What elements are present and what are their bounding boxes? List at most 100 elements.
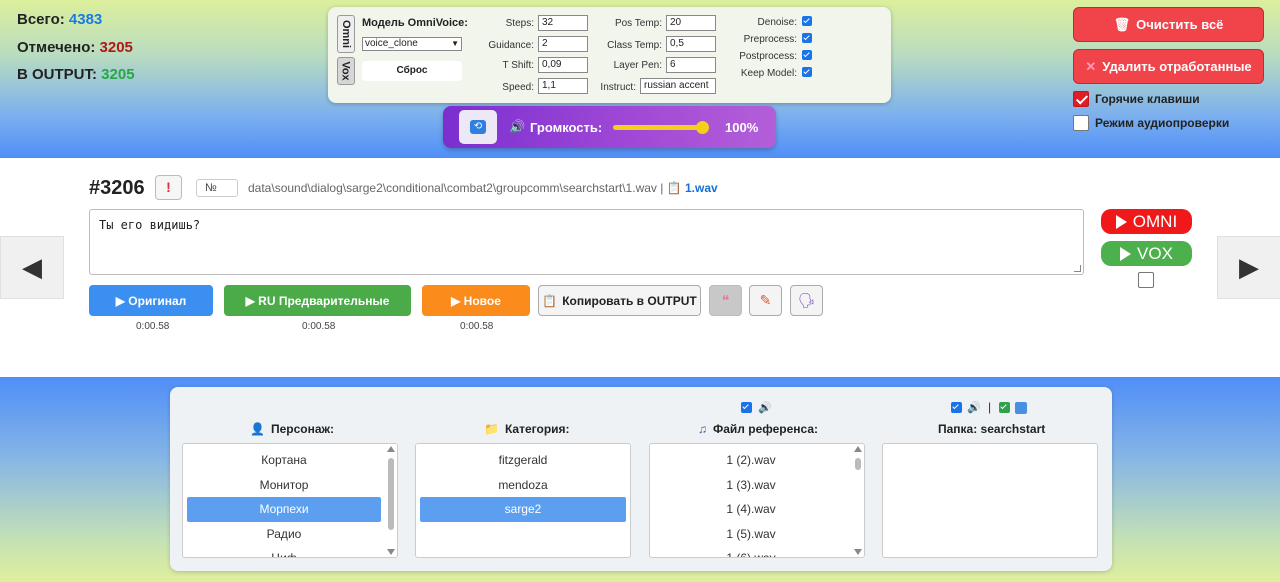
list-item[interactable]: Кортана: [187, 448, 381, 473]
quote-button[interactable]: ❝: [709, 285, 742, 316]
mode-vox-button[interactable]: Vox: [337, 57, 355, 85]
keepmodel-label: Keep Model:: [740, 68, 797, 79]
steps-input[interactable]: 32: [538, 15, 588, 31]
reference-header: ♫ Файл референса:: [698, 422, 818, 436]
library-panel: 🔊 🔊 | 👤 Персонаж: 📁 Категория: ♫ Файл ре…: [170, 387, 1112, 571]
hotkeys-checkbox[interactable]: [1073, 91, 1089, 107]
list-item[interactable]: fitzgerald: [420, 448, 626, 473]
scrollbar[interactable]: [387, 446, 395, 555]
list-item[interactable]: 1 (3).wav: [654, 473, 848, 498]
scroll-up-icon[interactable]: [387, 446, 395, 452]
separator: |: [988, 400, 992, 414]
entry-number: #3206: [89, 177, 145, 199]
trash-icon: 🗑: [1113, 16, 1131, 32]
file-path: data\sound\dialog\sarge2\conditional\com…: [248, 181, 718, 195]
prev-button[interactable]: ◀: [0, 236, 64, 299]
list-item[interactable]: 1 (6).wav: [654, 546, 848, 557]
audio-check-option[interactable]: Режим аудиопроверки: [1073, 115, 1229, 131]
engine-checkbox[interactable]: [1138, 272, 1154, 288]
layerpen-label: Layer Pen:: [613, 60, 662, 71]
close-icon: ✕: [1085, 58, 1097, 74]
guidance-input[interactable]: 2: [538, 36, 588, 52]
classtemp-input[interactable]: 0,5: [666, 36, 716, 52]
pencil-icon: ✎: [759, 292, 772, 308]
list-item[interactable]: mendoza: [420, 473, 626, 498]
scroll-thumb[interactable]: [388, 458, 394, 530]
folder-checkbox[interactable]: [951, 402, 962, 413]
volume-slider-thumb[interactable]: [696, 121, 709, 134]
scroll-down-icon[interactable]: [387, 549, 395, 555]
instruct-input[interactable]: russian accent: [640, 78, 716, 94]
file-link[interactable]: 1.wav: [685, 181, 718, 195]
list-item-selected[interactable]: Морпехи: [187, 497, 381, 522]
mode-vox-label: Vox: [340, 61, 353, 81]
stat-total: Всего: 4383: [17, 10, 135, 38]
list-item[interactable]: Циф: [187, 546, 381, 557]
voice-button[interactable]: 🗣: [790, 285, 823, 316]
keepmodel-checkbox[interactable]: [802, 67, 812, 77]
model-select[interactable]: voice_clone ▼: [362, 37, 462, 51]
audio-check-checkbox[interactable]: [1073, 115, 1089, 131]
scrollbar[interactable]: [854, 446, 862, 555]
delete-processed-button[interactable]: ✕ Удалить отработанные: [1073, 49, 1264, 84]
number-input[interactable]: №: [196, 179, 238, 197]
scroll-down-icon[interactable]: [854, 549, 862, 555]
speaker-icon[interactable]: 🔊: [967, 401, 981, 414]
copy-output-button[interactable]: 📋 Копировать в OUTPUT: [538, 285, 701, 316]
reference-list[interactable]: 1 (2).wav 1 (3).wav 1 (4).wav 1 (5).wav …: [649, 443, 865, 558]
list-item[interactable]: 1 (4).wav: [654, 497, 848, 522]
preprocess-checkbox[interactable]: [802, 33, 812, 43]
guidance-label: Guidance:: [488, 40, 534, 51]
green-checkbox[interactable]: [999, 402, 1010, 413]
clear-all-button[interactable]: 🗑 Очистить всё: [1073, 7, 1264, 42]
edit-button[interactable]: ✎: [749, 285, 782, 316]
duration-new: 0:00.58: [460, 321, 494, 332]
clipboard-icon[interactable]: 📋: [667, 181, 682, 195]
folder-list[interactable]: [882, 443, 1098, 558]
play-icon: [1115, 214, 1127, 229]
postemp-label: Pos Temp:: [614, 18, 662, 29]
top-toolbar: Всего: 4383 Отмечено: 3205 В OUTPUT: 320…: [0, 0, 1280, 158]
mode-omni-button[interactable]: Omni: [337, 15, 355, 53]
postprocess-label: Postprocess:: [739, 51, 797, 62]
character-header: 👤 Персонаж:: [250, 422, 334, 436]
library-band: 🔊 🔊 | 👤 Персонаж: 📁 Категория: ♫ Файл ре…: [0, 377, 1280, 582]
play-ru-preview-button[interactable]: ▶ RU Предварительные: [224, 285, 411, 316]
grid-icon[interactable]: [1015, 402, 1027, 414]
scroll-up-icon[interactable]: [854, 446, 862, 452]
mode-omni-label: Omni: [340, 19, 352, 49]
speaker-icon[interactable]: 🔊: [758, 401, 772, 414]
reset-button[interactable]: Сброс: [362, 61, 462, 81]
next-button[interactable]: ▶: [1217, 236, 1280, 299]
resize-grip-icon[interactable]: [1074, 265, 1081, 272]
list-item[interactable]: 1 (5).wav: [654, 522, 848, 547]
category-list[interactable]: fitzgerald mendoza sarge2: [415, 443, 631, 558]
stat-marked: Отмечено: 3205: [17, 38, 135, 66]
tshift-input[interactable]: 0,09: [538, 57, 588, 73]
list-item[interactable]: Монитор: [187, 473, 381, 498]
translation-textarea[interactable]: Ты его видишь?: [89, 209, 1084, 275]
flag-button[interactable]: !: [155, 175, 182, 200]
speed-input[interactable]: 1,1: [538, 78, 588, 94]
reference-checkbox[interactable]: [741, 402, 752, 413]
vox-generate-button[interactable]: VOX: [1101, 241, 1192, 266]
character-list[interactable]: Кортана Монитор Морпехи Радио Циф: [182, 443, 398, 558]
hotkeys-option[interactable]: Горячие клавиши: [1073, 91, 1200, 107]
play-new-button[interactable]: ▶ Новое: [422, 285, 530, 316]
denoise-label: Denoise:: [757, 17, 797, 28]
postprocess-checkbox[interactable]: [802, 50, 812, 60]
layerpen-input[interactable]: 6: [666, 57, 716, 73]
loop-button[interactable]: ⟲: [459, 110, 497, 144]
omni-generate-button[interactable]: OMNI: [1101, 209, 1192, 234]
vox-label: VOX: [1137, 243, 1173, 263]
play-original-button[interactable]: ▶ Оригинал: [89, 285, 213, 316]
scroll-thumb[interactable]: [855, 458, 861, 470]
denoise-checkbox[interactable]: [802, 16, 812, 26]
list-item[interactable]: 1 (2).wav: [654, 448, 848, 473]
list-item-selected[interactable]: sarge2: [420, 497, 626, 522]
list-item[interactable]: Радио: [187, 522, 381, 547]
preprocess-label: Preprocess:: [743, 34, 797, 45]
volume-slider[interactable]: [613, 121, 709, 134]
postemp-input[interactable]: 20: [666, 15, 716, 31]
tshift-label: T Shift:: [502, 60, 535, 71]
